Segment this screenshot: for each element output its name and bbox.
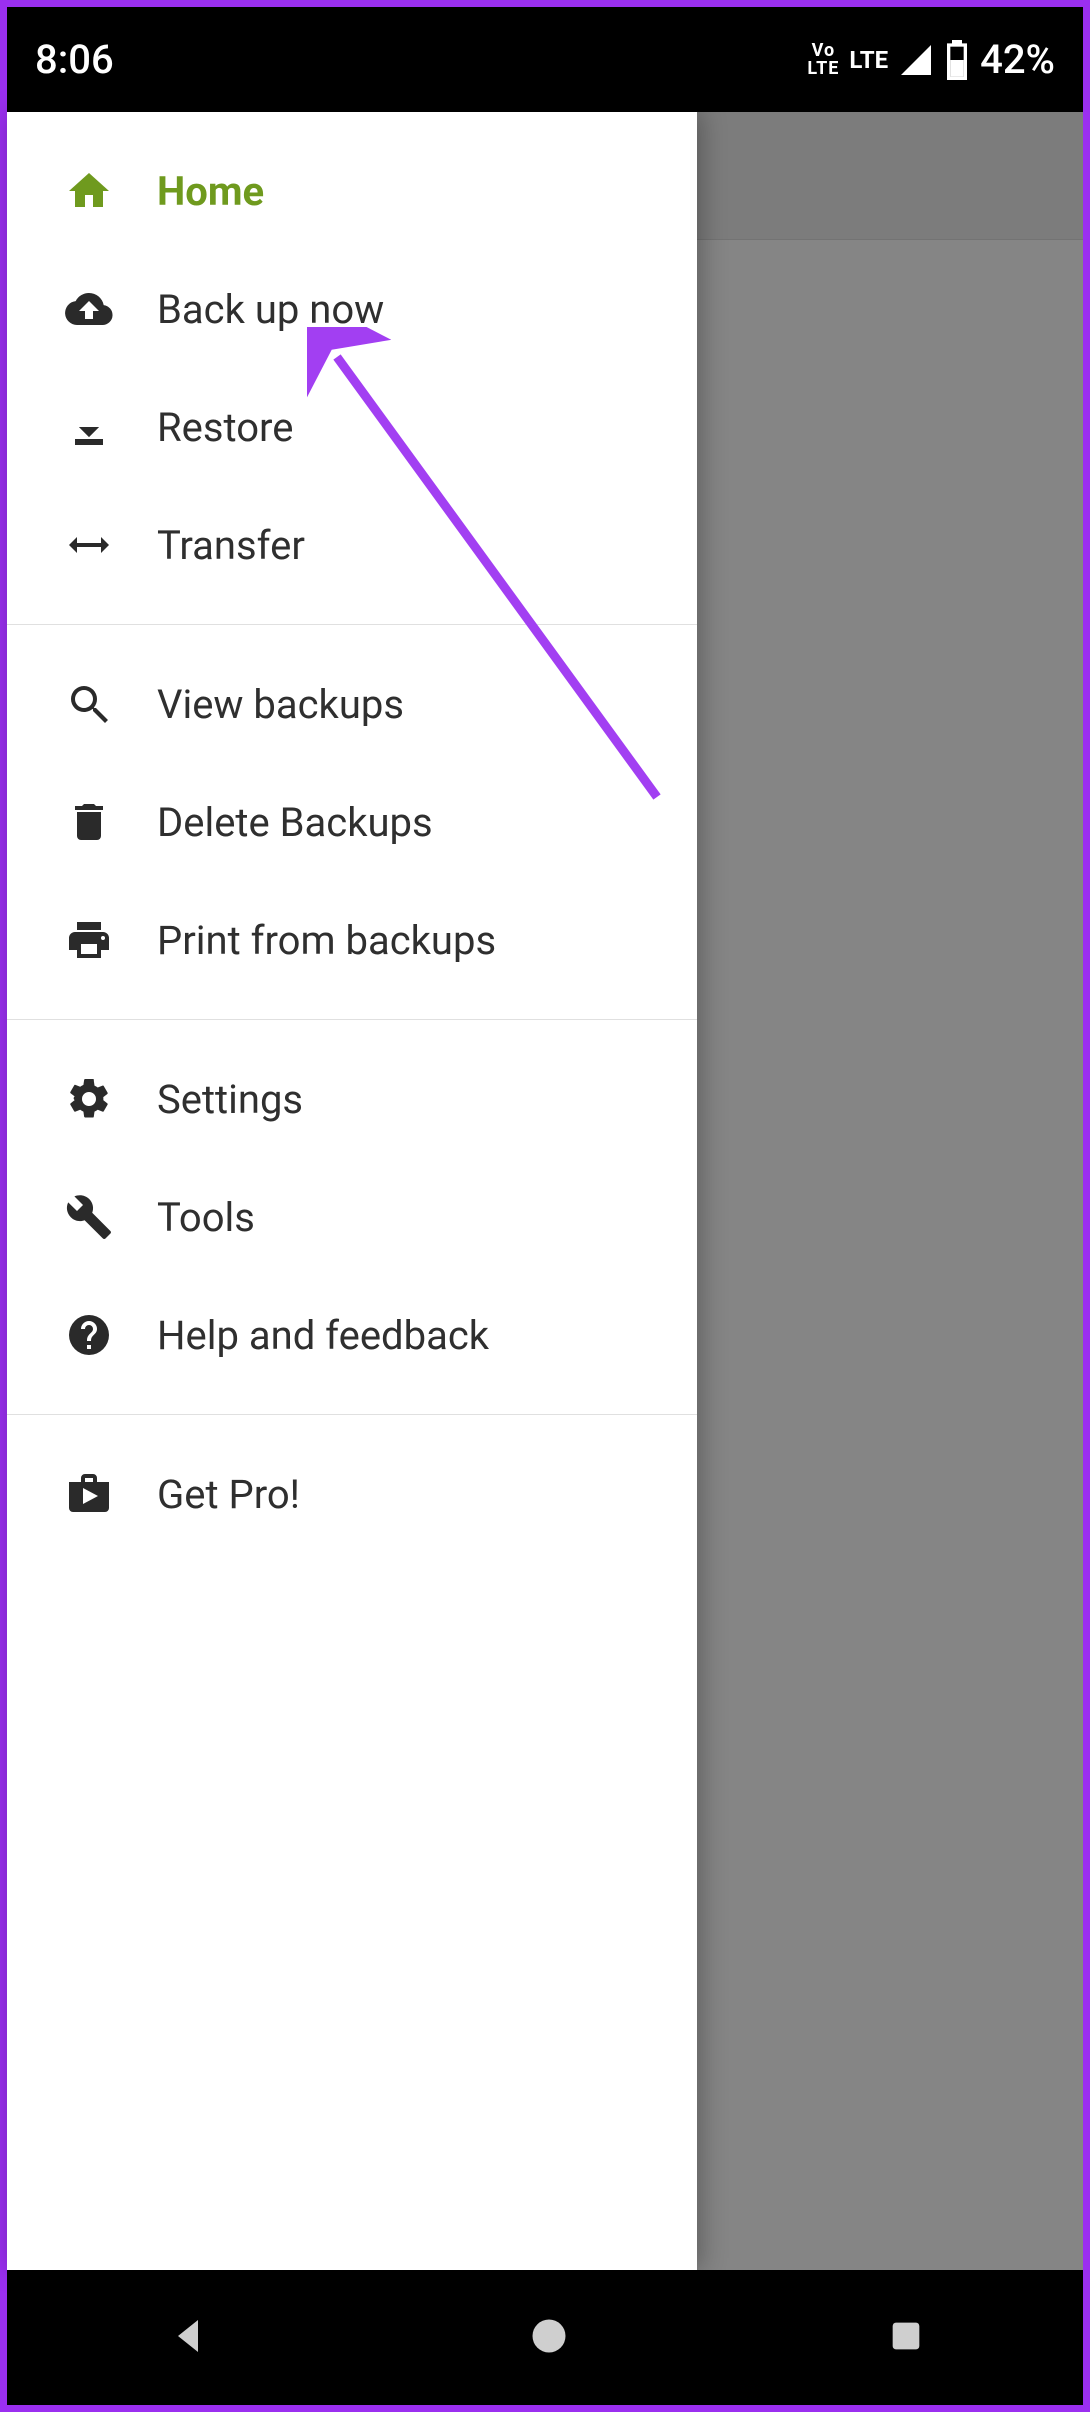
drawer-item-transfer[interactable]: Transfer (7, 486, 697, 604)
drawer-item-help[interactable]: Help and feedback (7, 1276, 697, 1394)
drawer-label: View backups (157, 681, 404, 728)
drawer-section-backups: View backups Delete Backups Print from b… (7, 625, 697, 1020)
drawer-item-home[interactable]: Home (7, 132, 697, 250)
drawer-item-get-pro[interactable]: Get Pro! (7, 1435, 697, 1553)
drawer-section-main: Home Back up now Restore Transfer (7, 112, 697, 625)
drawer-item-delete-backups[interactable]: Delete Backups (7, 763, 697, 881)
drawer-label: Back up now (157, 286, 384, 333)
drawer-item-settings[interactable]: Settings (7, 1040, 697, 1158)
gear-icon (65, 1075, 157, 1123)
transfer-icon (65, 521, 157, 569)
trash-icon (65, 798, 157, 846)
shop-icon (65, 1470, 157, 1518)
drawer-item-backup-now[interactable]: Back up now (7, 250, 697, 368)
drawer-item-tools[interactable]: Tools (7, 1158, 697, 1276)
nav-home-button[interactable] (527, 2314, 571, 2362)
drawer-section-settings: Settings Tools Help and feedback (7, 1020, 697, 1415)
drawer-label: Print from backups (157, 917, 496, 964)
signal-icon (898, 42, 934, 78)
navigation-drawer: Home Back up now Restore Transfer (7, 112, 697, 2270)
print-icon (65, 916, 157, 964)
help-icon (65, 1311, 157, 1359)
drawer-label: Help and feedback (157, 1312, 489, 1359)
status-right: Vo LTE LTE 42% (807, 36, 1055, 83)
device-frame: 8:06 Vo LTE LTE 42% Backup & Restore No … (0, 0, 1090, 2412)
drawer-label: Tools (157, 1194, 255, 1241)
system-nav-bar (7, 2270, 1083, 2405)
drawer-label: Settings (157, 1076, 303, 1123)
wrench-icon (65, 1193, 157, 1241)
battery-icon (944, 40, 970, 80)
status-bar: 8:06 Vo LTE LTE 42% (7, 7, 1083, 112)
drawer-item-view-backups[interactable]: View backups (7, 645, 697, 763)
nav-recent-button[interactable] (886, 2316, 926, 2360)
drawer-label: Delete Backups (157, 799, 433, 846)
nav-back-button[interactable] (164, 2312, 212, 2364)
drawer-label: Restore (157, 404, 293, 451)
clock: 8:06 (35, 36, 114, 83)
download-icon (65, 403, 157, 451)
home-icon (65, 167, 157, 215)
drawer-label: Transfer (157, 522, 305, 569)
volte-indicator: Vo LTE (807, 42, 839, 78)
drawer-label: Get Pro! (157, 1471, 300, 1518)
drawer-item-restore[interactable]: Restore (7, 368, 697, 486)
drawer-label: Home (157, 168, 264, 215)
drawer-section-pro: Get Pro! (7, 1415, 697, 1573)
drawer-item-print-backups[interactable]: Print from backups (7, 881, 697, 999)
battery-percentage: 42% (980, 36, 1055, 83)
search-icon (65, 680, 157, 728)
lte-indicator: LTE (849, 46, 888, 74)
cloud-upload-icon (65, 285, 157, 333)
